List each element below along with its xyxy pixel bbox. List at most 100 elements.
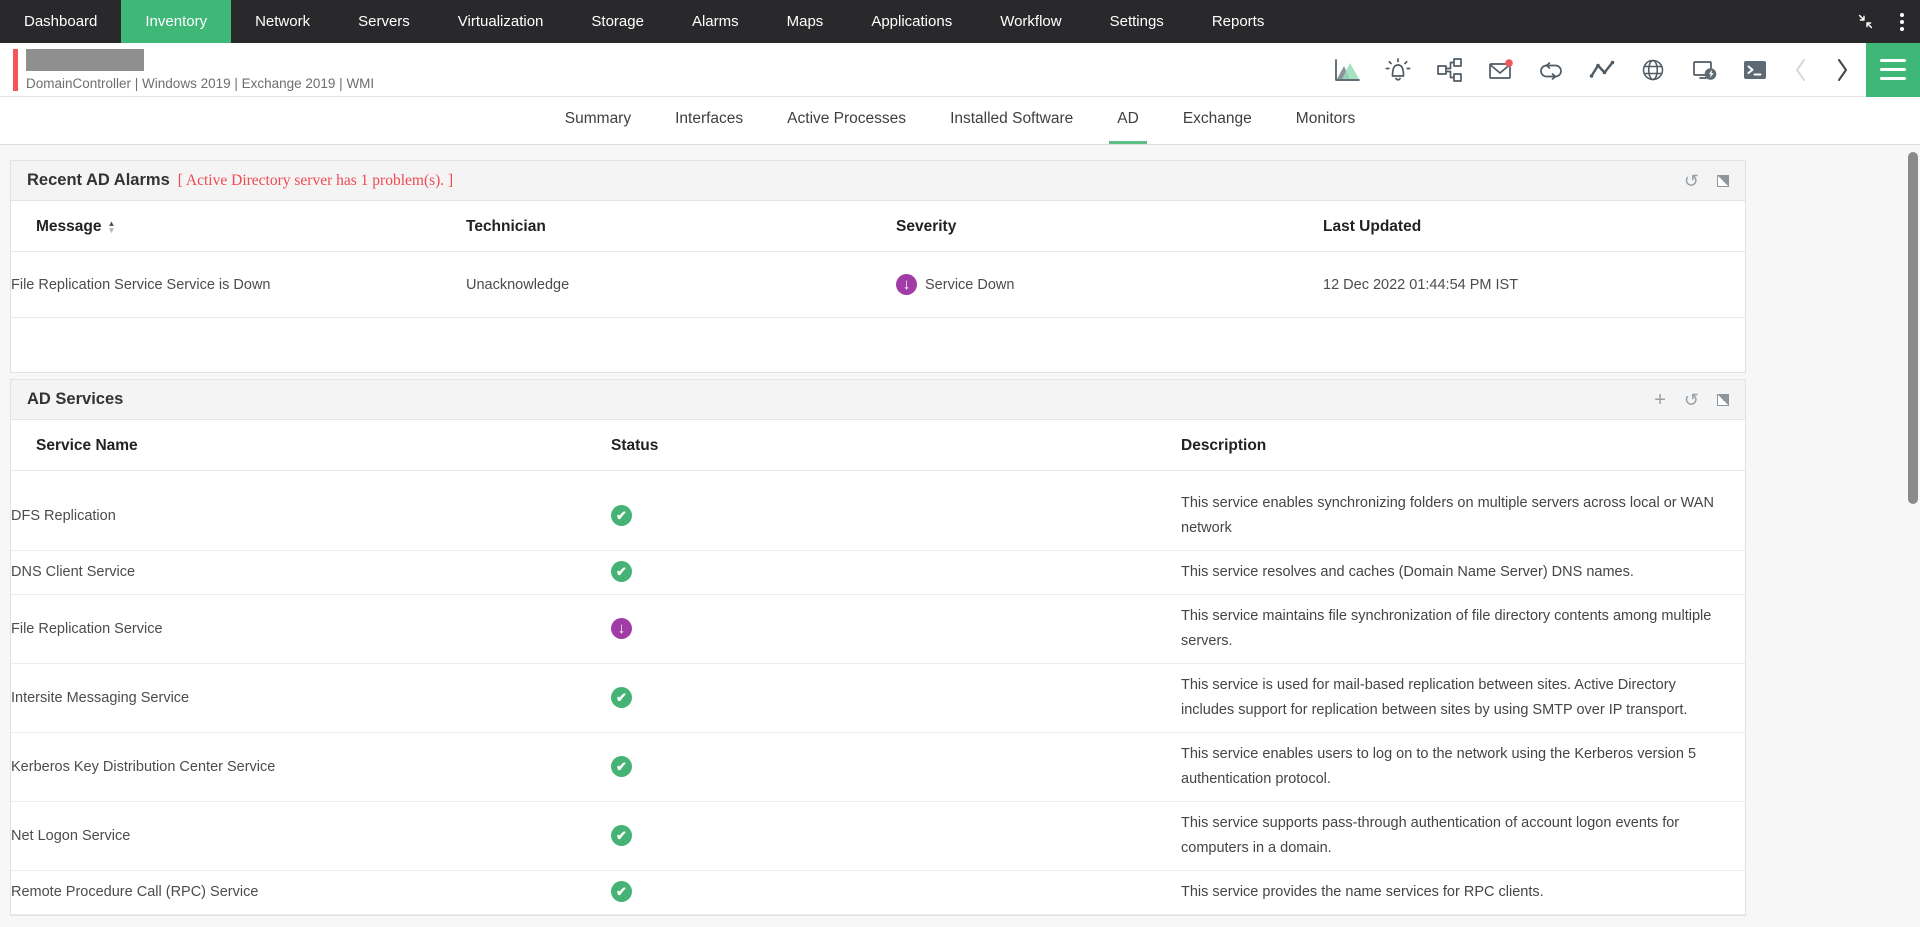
sync-loop-icon[interactable] (1536, 55, 1566, 85)
top-navbar: Dashboard Inventory Network Servers Virt… (0, 0, 1920, 43)
compress-icon[interactable] (1850, 7, 1880, 37)
nav-label: Network (255, 13, 310, 30)
service-name[interactable]: Net Logon Service (11, 802, 611, 871)
device-header: DomainController | Windows 2019 | Exchan… (0, 43, 1920, 97)
nav-item-inventory[interactable]: Inventory (121, 0, 231, 43)
service-name[interactable]: Kerberos Key Distribution Center Service (11, 733, 611, 802)
add-icon[interactable]: + (1654, 392, 1666, 408)
service-row[interactable]: Kerberos Key Distribution Center Service… (11, 733, 1745, 802)
alarms-header-row: Message▲▼ Technician Severity Last Updat… (11, 201, 1745, 252)
service-name[interactable]: DFS Replication (11, 471, 611, 551)
service-name[interactable]: Remote Procedure Call (RPC) Service (11, 871, 611, 915)
topology-icon[interactable] (1434, 55, 1464, 85)
mail-notification-icon[interactable] (1485, 55, 1515, 85)
service-status (611, 551, 1181, 595)
device-info: DomainController | Windows 2019 | Exchan… (26, 49, 374, 91)
column-header-last-updated[interactable]: Last Updated (1323, 201, 1745, 252)
nav-item-servers[interactable]: Servers (334, 0, 434, 43)
monitor-pulse-icon[interactable] (1587, 55, 1617, 85)
nav-item-settings[interactable]: Settings (1086, 0, 1188, 43)
column-label: Service Name (36, 437, 138, 454)
column-header-status[interactable]: Status (611, 420, 1181, 471)
tab-label: AD (1117, 110, 1139, 128)
column-label: Description (1181, 437, 1266, 454)
column-label: Last Updated (1323, 218, 1421, 235)
collapse-panel-icon[interactable] (1717, 394, 1729, 406)
nav-right-actions (1850, 0, 1920, 43)
nav-label: Inventory (145, 13, 207, 30)
service-row[interactable]: Remote Procedure Call (RPC) Service This… (11, 871, 1745, 915)
kebab-menu-icon[interactable] (1900, 13, 1904, 31)
services-header-row: Service Name Status Description (11, 420, 1745, 471)
tab-interfaces[interactable]: Interfaces (667, 97, 751, 144)
device-tabbar: Summary Interfaces Active Processes Inst… (0, 97, 1920, 145)
chevron-left-icon[interactable] (1791, 55, 1811, 85)
service-row[interactable]: Net Logon Service This service supports … (11, 802, 1745, 871)
nav-item-virtualization[interactable]: Virtualization (434, 0, 568, 43)
panel-actions: + ↺ (1654, 392, 1729, 408)
page-scrollbar-thumb[interactable] (1908, 152, 1918, 504)
nav-item-applications[interactable]: Applications (847, 0, 976, 43)
service-name[interactable]: File Replication Service (11, 595, 611, 664)
tab-label: Summary (565, 110, 631, 128)
collapse-panel-icon[interactable] (1717, 175, 1729, 187)
chevron-right-icon[interactable] (1832, 55, 1852, 85)
service-name[interactable]: Intersite Messaging Service (11, 664, 611, 733)
refresh-icon[interactable]: ↺ (1684, 173, 1699, 189)
refresh-icon[interactable]: ↺ (1684, 392, 1699, 408)
nav-item-reports[interactable]: Reports (1188, 0, 1289, 43)
service-row[interactable]: File Replication Service This service ma… (11, 595, 1745, 664)
status-down-icon (611, 618, 632, 639)
performance-chart-icon[interactable] (1332, 55, 1362, 85)
service-name[interactable]: DNS Client Service (11, 551, 611, 595)
menu-hamburger-icon[interactable] (1866, 43, 1920, 97)
service-status (611, 871, 1181, 915)
tab-exchange[interactable]: Exchange (1175, 97, 1260, 144)
terminal-icon[interactable] (1740, 55, 1770, 85)
nav-item-workflow[interactable]: Workflow (976, 0, 1085, 43)
nav-label: Storage (591, 13, 644, 30)
column-header-description[interactable]: Description (1181, 420, 1745, 471)
nav-item-network[interactable]: Network (231, 0, 334, 43)
column-header-technician[interactable]: Technician (466, 201, 896, 252)
service-description: This service is used for mail-based repl… (1181, 664, 1745, 733)
service-status (611, 733, 1181, 802)
column-header-message[interactable]: Message▲▼ (11, 201, 466, 252)
tab-ad[interactable]: AD (1109, 97, 1147, 144)
alarm-severity: Service Down (896, 252, 1323, 318)
column-label: Status (611, 437, 658, 454)
tab-label: Installed Software (950, 110, 1073, 128)
sort-icon[interactable]: ▲▼ (107, 220, 115, 234)
column-label: Technician (466, 218, 546, 235)
tab-installed-software[interactable]: Installed Software (942, 97, 1081, 144)
service-row[interactable]: DFS Replication This service enables syn… (11, 471, 1745, 551)
service-row[interactable]: DNS Client Service This service resolves… (11, 551, 1745, 595)
nav-label: Servers (358, 13, 410, 30)
alarm-last-updated: 12 Dec 2022 01:44:54 PM IST (1323, 252, 1745, 318)
alarm-bell-icon[interactable] (1383, 55, 1413, 85)
remote-session-icon[interactable] (1689, 55, 1719, 85)
tab-summary[interactable]: Summary (557, 97, 639, 144)
alarm-row[interactable]: File Replication Service Service is Down… (11, 252, 1745, 318)
status-up-icon (611, 756, 632, 777)
tab-label: Active Processes (787, 110, 906, 128)
nav-item-maps[interactable]: Maps (763, 0, 848, 43)
tab-monitors[interactable]: Monitors (1288, 97, 1363, 144)
alarm-technician: Unacknowledge (466, 252, 896, 318)
column-header-service-name[interactable]: Service Name (11, 420, 611, 471)
column-label: Severity (896, 218, 956, 235)
service-row[interactable]: Intersite Messaging Service This service… (11, 664, 1745, 733)
device-breadcrumb: DomainController | Windows 2019 | Exchan… (26, 76, 374, 91)
status-up-icon (611, 505, 632, 526)
service-description: This service enables users to log on to … (1181, 733, 1745, 802)
column-header-severity[interactable]: Severity (896, 201, 1323, 252)
nav-item-alarms[interactable]: Alarms (668, 0, 763, 43)
nav-item-dashboard[interactable]: Dashboard (0, 0, 121, 43)
service-description: This service enables synchronizing folde… (1181, 471, 1745, 551)
alarm-message[interactable]: File Replication Service Service is Down (11, 252, 466, 318)
page-scrollbar-track[interactable] (1906, 146, 1920, 927)
tab-active-processes[interactable]: Active Processes (779, 97, 914, 144)
nav-item-storage[interactable]: Storage (567, 0, 668, 43)
status-up-icon (611, 881, 632, 902)
globe-icon[interactable] (1638, 55, 1668, 85)
